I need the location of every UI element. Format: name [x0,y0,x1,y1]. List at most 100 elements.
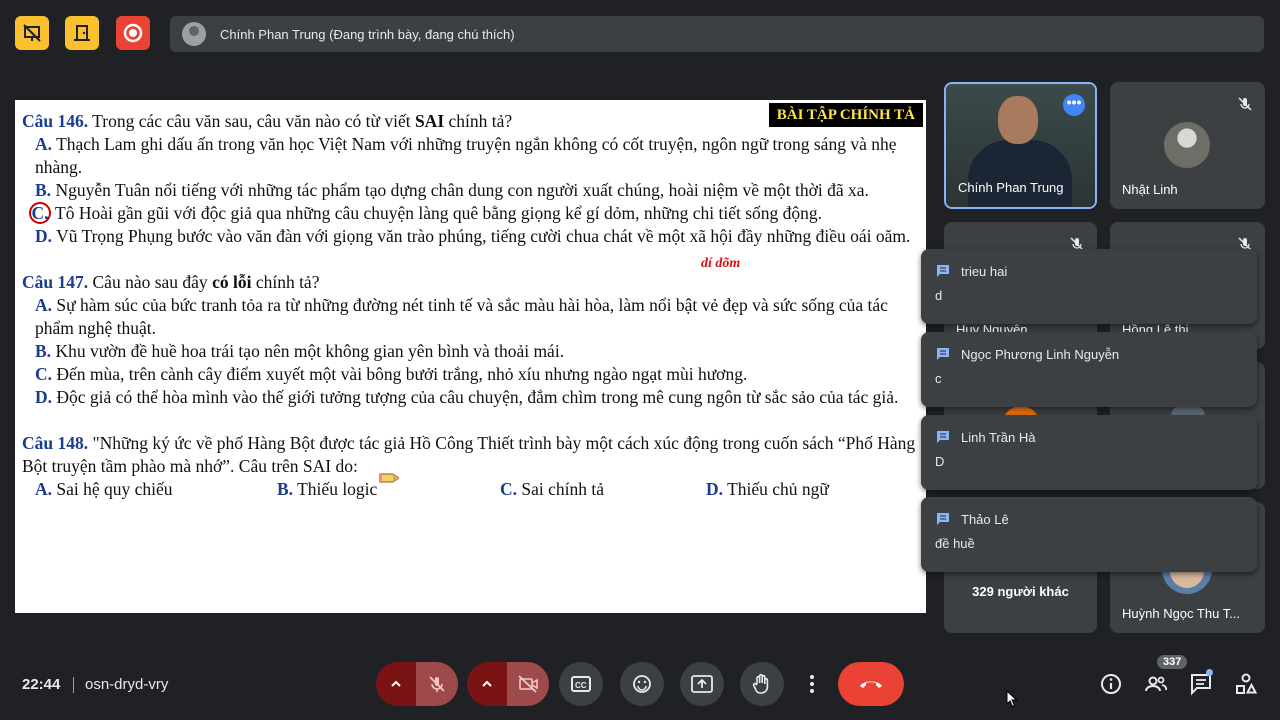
recording-button[interactable] [116,16,150,50]
option-d: D. Vũ Trọng Phụng bước vào văn đàn với g… [22,225,918,248]
slide-tag: BÀI TẬP CHÍNH TẢ [768,103,923,127]
camera-off-icon [518,675,538,693]
annotation-pencil-icon [379,473,399,483]
avatar [1164,122,1210,168]
option-text: Độc giả có thể hòa mình vào thế giới tưở… [52,387,899,407]
option-letter: B. [35,180,52,200]
option-letter: B. [277,479,294,499]
person-body [968,140,1072,207]
presenter-avatar [182,22,206,46]
option-d: D. Độc giả có thể hòa mình vào thế giới … [22,386,918,409]
leave-call-button[interactable] [838,662,904,706]
door-icon [74,25,90,41]
option-text: Đến mùa, trên cành cây điểm xuyết một và… [52,364,748,384]
question-text: "Những ký ức về phố Hàng Bột được tác gi… [22,433,916,476]
more-options-icon[interactable]: ••• [1063,94,1085,116]
presenter-bar[interactable]: Chính Phan Trung (Đang trình bày, đang c… [170,16,1264,52]
option-text: Sai hệ quy chiếu [52,479,173,499]
option-c: C. Sai chính tả [500,478,706,501]
hang-up-icon [860,681,882,688]
hide-presentation-button[interactable] [15,16,49,50]
raise-hand-button[interactable] [740,662,784,706]
more-options-button[interactable] [800,662,824,706]
camera-control[interactable] [467,662,549,706]
presentation-slide: BÀI TẬP CHÍNH TẢ Câu 146. Trong các câu … [15,100,926,613]
svg-text:CC: CC [575,681,587,690]
chat-icon [937,431,949,443]
option-text: Sự hàm súc của bức tranh tỏa ra từ những… [35,295,888,338]
chevron-up-icon [391,680,401,687]
question-number: Câu 148. [22,433,89,453]
record-icon [123,23,143,43]
question-text-end: chính tả? [251,272,320,292]
captions-button[interactable]: CC [559,662,603,706]
chat-message: c [935,371,942,386]
info-icon[interactable] [1099,672,1123,696]
option-letter: A. [35,134,53,154]
chat-notification[interactable]: Linh Trần Hà D [921,415,1257,490]
mic-control[interactable] [376,662,458,706]
option-a: A. Sai hệ quy chiếu [35,478,277,501]
question-number: Câu 146. [22,111,89,131]
question-147: Câu 147. Câu nào sau đây có lỗi chính tả… [22,271,918,294]
option-letter: D. [35,226,53,246]
option-d: D. Thiếu chủ ngữ [706,478,829,501]
option-text: Sai chính tả [517,479,605,499]
chat-notification[interactable]: trieu hai d [921,249,1257,324]
notification-dot [1206,669,1213,676]
person-head [998,96,1038,144]
question-text: Câu nào sau đây [88,272,213,292]
present-screen-icon [691,675,713,693]
hand-icon [752,673,769,694]
option-text: Thiếu chủ ngữ [723,479,829,499]
people-count-badge: 337 [1157,655,1188,669]
option-letter: C. [500,479,518,499]
mic-off-icon [429,676,445,692]
question-text-end: chính tả? [444,111,513,131]
participant-tile[interactable]: Nhật Linh [1110,82,1265,209]
option-text: Vũ Trọng Phụng bước vào văn đàn với giọn… [52,226,911,246]
option-c: C. Đến mùa, trên cành cây điểm xuyết một… [22,363,918,386]
option-letter: A. [35,479,53,499]
option-a: A. Sự hàm súc của bức tranh tỏa ra từ nh… [22,294,918,340]
meeting-code: osn-dryd-vry [85,676,169,693]
chat-icon [937,348,949,360]
chat-icon [937,513,949,525]
circled-answer: C. [29,202,51,224]
option-text: Nguyễn Tuân nổi tiếng với những tác phẩm… [51,180,869,200]
chat-message: d [935,288,943,303]
option-letter: D. [35,387,53,407]
activities-icon[interactable] [1234,672,1258,696]
participant-name: Chính Phan Trung [958,180,1064,195]
present-button[interactable] [680,662,724,706]
question-text: Trong các câu văn sau, câu văn nào có từ… [88,111,415,131]
mouse-cursor-icon [1006,690,1018,708]
participant-tile-presenter[interactable]: ••• Chính Phan Trung [944,82,1097,209]
presenter-label: Chính Phan Trung (Đang trình bày, đang c… [220,26,515,42]
captions-icon: CC [571,676,591,692]
option-a: A. Thạch Lam ghi dấu ấn trong văn học Vi… [22,133,918,179]
option-text: Thiếu logic [293,479,378,499]
option-letter: A. [35,295,53,315]
handwritten-annotation: dí dõm [701,256,741,271]
question-emphasis: SAI [414,111,445,131]
reactions-button[interactable] [620,662,664,706]
layout-button[interactable] [65,16,99,50]
chat-message: đề huề [935,536,975,551]
camera-toggle-button[interactable] [507,662,549,706]
people-icon[interactable] [1144,672,1168,696]
chat-notification[interactable]: Thảo Lê đề huề [921,497,1257,572]
option-text: Thạch Lam ghi dấu ấn trong văn học Việt … [35,134,897,177]
chat-sender: Ngọc Phương Linh Nguyễn [961,346,1120,362]
mic-toggle-button[interactable] [416,662,458,706]
clock: 22:44 [22,676,61,693]
chat-sender: Thảo Lê [961,511,1009,527]
chat-notification[interactable]: Ngọc Phương Linh Nguyễn c [921,332,1257,407]
camera-options-button[interactable] [467,662,507,706]
question-emphasis: có lỗi [212,272,252,292]
emoji-icon [633,675,651,693]
option-b: B. Khu vườn đề huề hoa trái tạo nên một … [22,340,918,363]
option-letter: C. [35,364,53,384]
option-text: Khu vườn đề huề hoa trái tạo nên một khô… [51,341,565,361]
mic-options-button[interactable] [376,662,416,706]
